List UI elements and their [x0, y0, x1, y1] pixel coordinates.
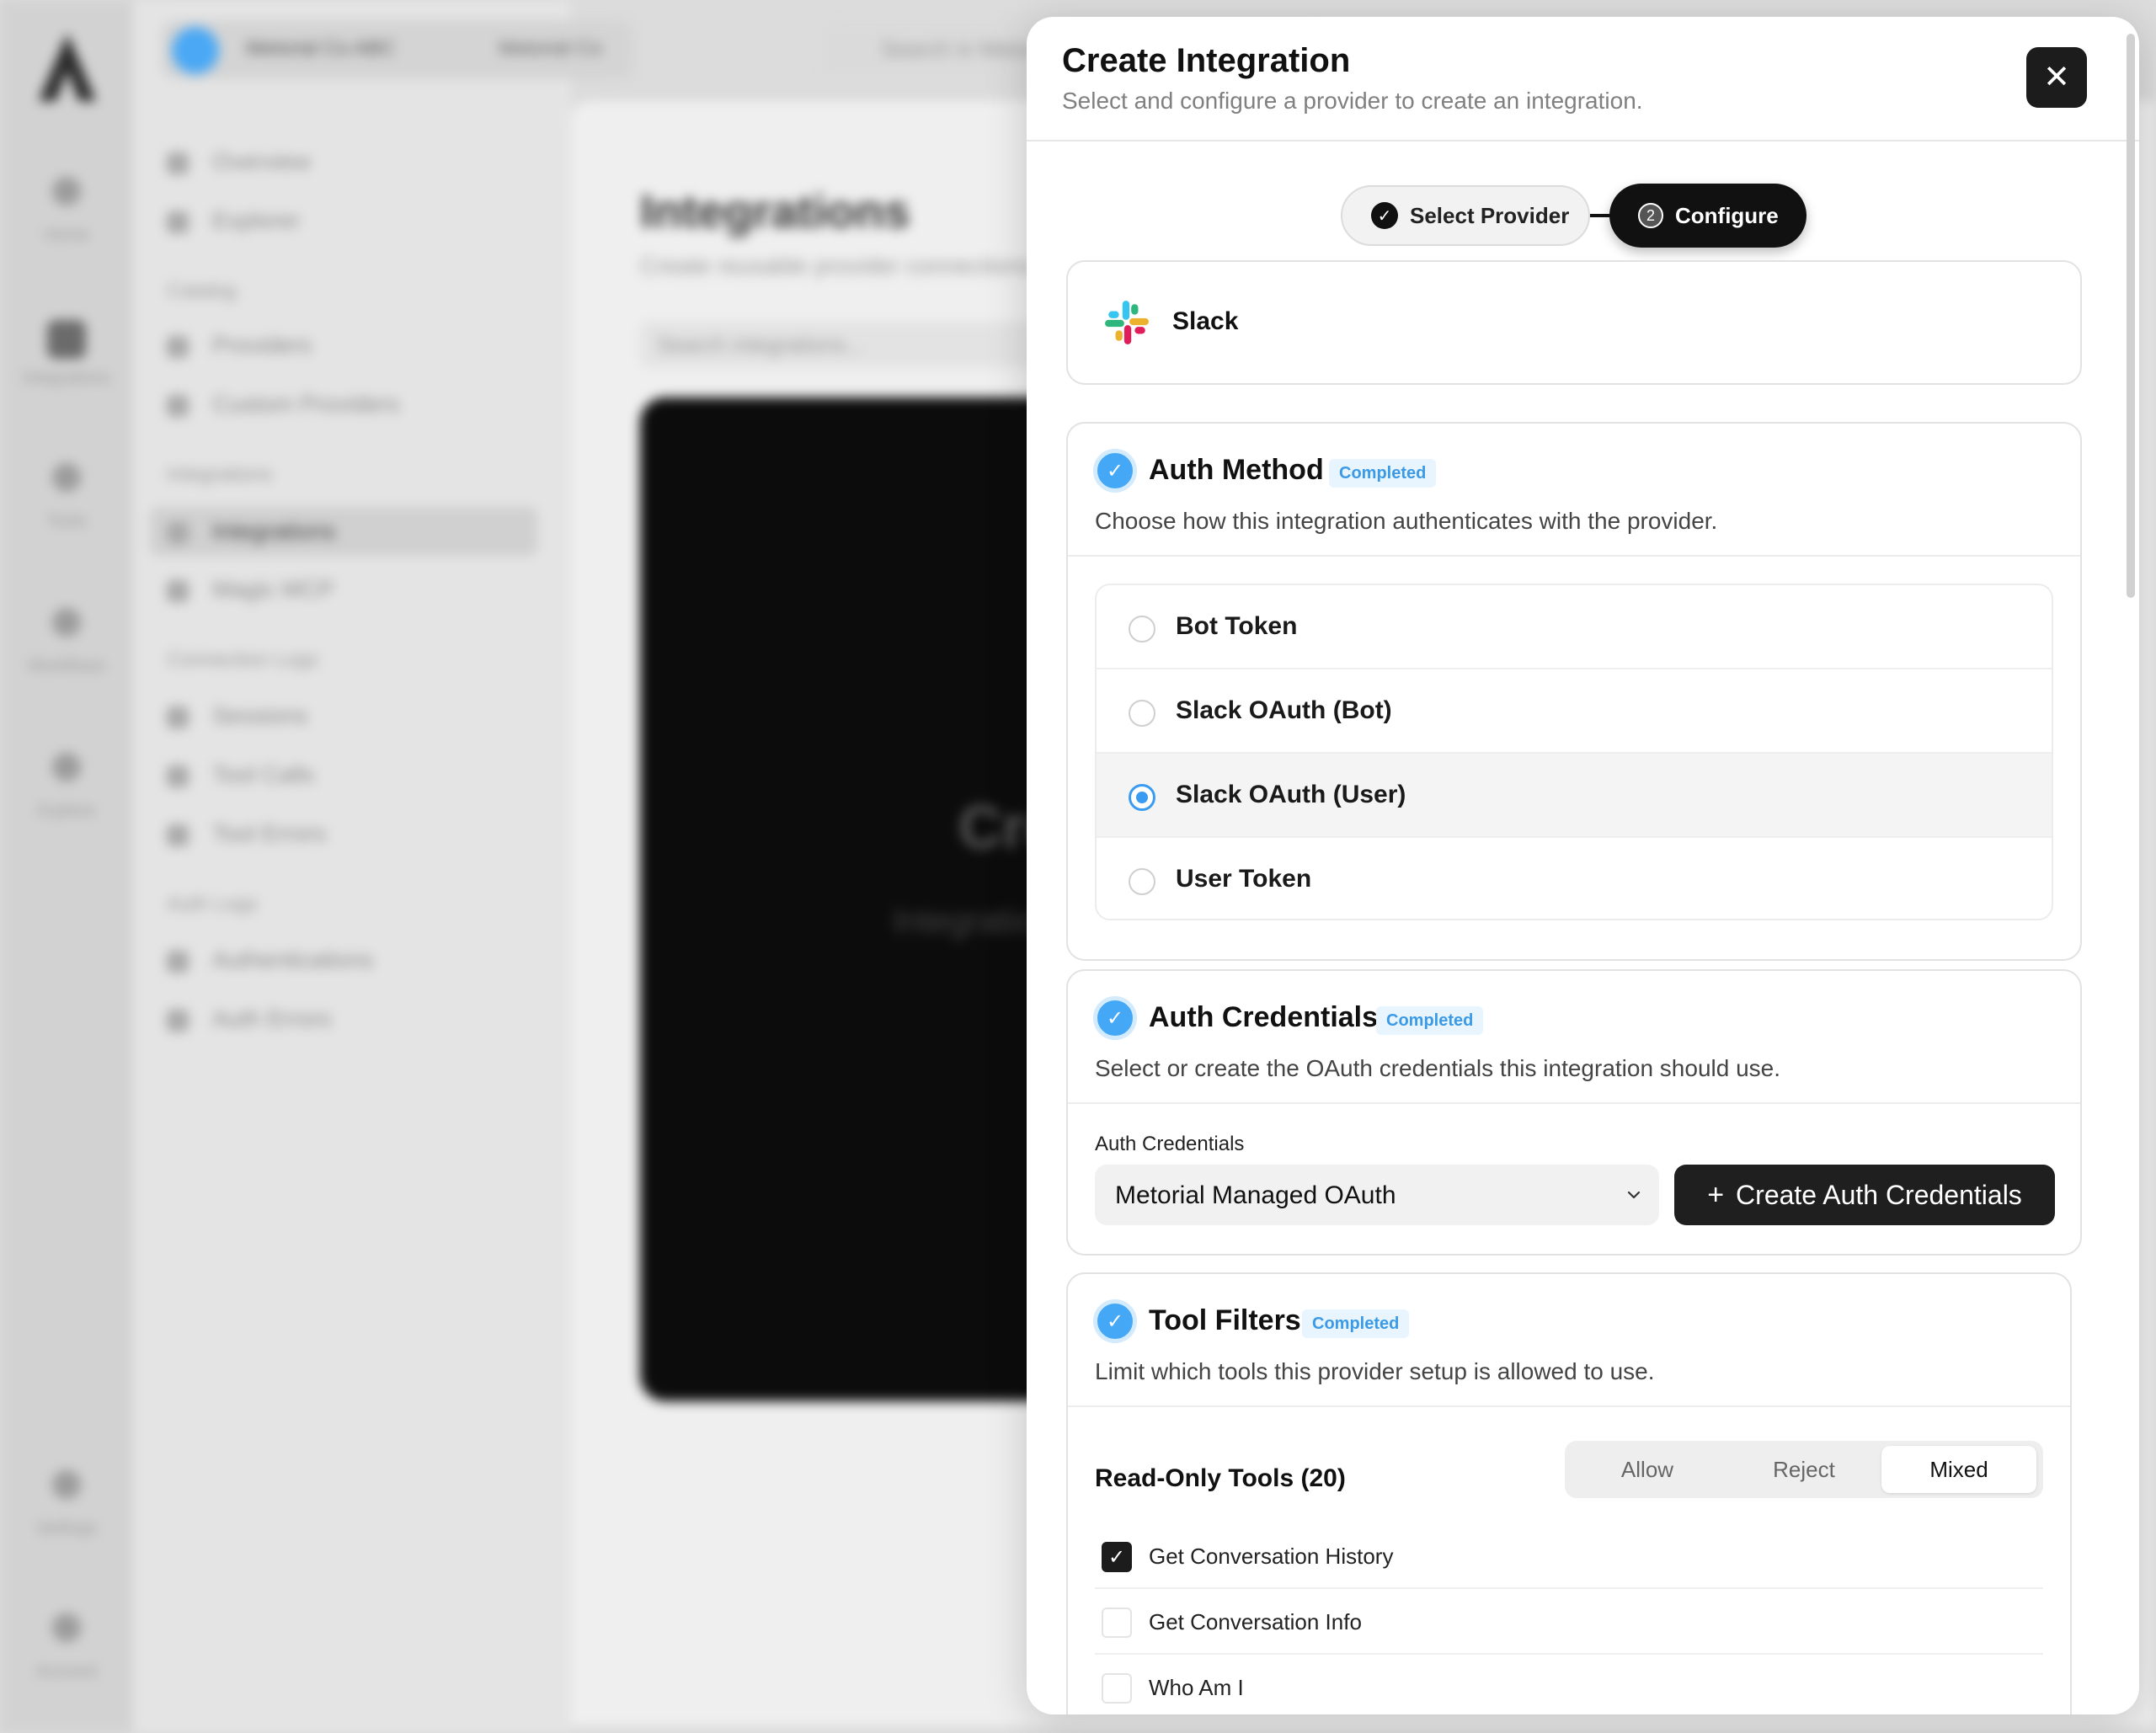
close-icon: ✕: [2043, 60, 2070, 95]
completed-check-icon: ✓: [1093, 996, 1137, 1040]
tool-filters-header: ✓ Tool Filters Completed Limit which too…: [1068, 1274, 2070, 1407]
filter-mode-segmented-control: Allow Reject Mixed: [1565, 1441, 2043, 1498]
integrations-search-input[interactable]: Search integrations...: [640, 322, 1078, 367]
modal-subtitle: Select and configure a provider to creat…: [1062, 88, 1643, 114]
page-subtitle: Create reusable provider connections: [640, 253, 1033, 279]
modal-scrollbar[interactable]: [2127, 34, 2135, 598]
gear-icon: [52, 1470, 81, 1499]
avatar-icon: [52, 1613, 81, 1642]
modal-header: Create Integration Select and configure …: [1027, 17, 2139, 141]
sidebar-item-overview[interactable]: Overview: [167, 148, 311, 175]
segment-reject[interactable]: Reject: [1726, 1446, 1881, 1493]
sidebar-section-auth-logs: Auth Logs: [167, 893, 259, 915]
rail-home[interactable]: Home: [20, 168, 113, 269]
rail-explore[interactable]: Explore: [20, 744, 113, 845]
tools-icon: [52, 463, 81, 492]
check-icon: ✓: [1371, 202, 1398, 229]
auth-credentials-header: ✓ Auth Credentials Completed Select or c…: [1068, 971, 2080, 1104]
app-logo: [39, 34, 96, 101]
sidebar-item-integrations[interactable]: Integrations: [150, 507, 537, 556]
sidebar-item-tool-errors[interactable]: Tool Errors: [167, 820, 326, 847]
tool-row[interactable]: Get Conversation Info: [1095, 1589, 2043, 1655]
step-select-provider[interactable]: ✓ Select Provider: [1341, 185, 1590, 246]
section-title: Auth Credentials: [1149, 1001, 1379, 1033]
completed-check-icon: ✓: [1093, 1299, 1137, 1343]
sidebar-item-authentications[interactable]: Authentications: [167, 946, 373, 973]
auth-method-options: Bot Token Slack OAuth (Bot) Slack OAuth …: [1095, 584, 2053, 920]
radio-option-user-token[interactable]: User Token: [1097, 838, 2052, 919]
section-description: Limit which tools this provider setup is…: [1095, 1358, 1655, 1384]
auth-credentials-section: ✓ Auth Credentials Completed Select or c…: [1066, 969, 2082, 1256]
status-badge: Completed: [1329, 459, 1437, 488]
radio-button[interactable]: [1129, 616, 1155, 643]
close-button[interactable]: ✕: [2026, 47, 2087, 108]
auth-credentials-label: Auth Credentials: [1095, 1133, 1245, 1155]
explore-icon: [52, 753, 81, 781]
checkbox[interactable]: [1102, 1673, 1132, 1704]
icon-rail: Home Integrations Tools Workflows Explor…: [0, 0, 133, 1733]
chevron-down-icon: [1627, 1191, 1641, 1199]
sidebar: Metorial Co ABC Metorial Co Overview Exp…: [133, 0, 633, 1733]
radio-button[interactable]: [1129, 700, 1155, 727]
read-only-tools-label: Read-Only Tools (20): [1095, 1464, 1346, 1492]
radio-button-selected[interactable]: [1129, 784, 1155, 811]
sidebar-section-integrations: Integrations: [167, 463, 273, 486]
auth-method-header: ✓ Auth Method Completed Choose how this …: [1068, 424, 2080, 557]
sidebar-section-connection-logs: Connection Logs: [167, 648, 319, 671]
sidebar-item-auth-errors[interactable]: Auth Errors: [167, 1005, 332, 1032]
section-title: Tool Filters: [1149, 1304, 1301, 1336]
segment-allow[interactable]: Allow: [1570, 1446, 1725, 1493]
tool-filters-section: ✓ Tool Filters Completed Limit which too…: [1066, 1272, 2072, 1714]
rail-account[interactable]: Account: [20, 1605, 113, 1706]
checkbox-checked[interactable]: ✓: [1102, 1542, 1132, 1572]
org-avatar: [172, 27, 219, 74]
page-title: Integrations: [640, 184, 910, 237]
step-configure[interactable]: 2 Configure: [1609, 184, 1806, 248]
stepper-connector: [1590, 214, 1610, 217]
section-description: Select or create the OAuth credentials t…: [1095, 1055, 1781, 1081]
auth-credentials-select[interactable]: Metorial Managed OAuth: [1095, 1165, 1659, 1225]
rail-workflows[interactable]: Workflows: [20, 600, 113, 701]
checkbox[interactable]: [1102, 1608, 1132, 1638]
provider-name: Slack: [1172, 307, 1239, 335]
tool-row[interactable]: ✓ Get Conversation History: [1095, 1523, 2043, 1589]
step-number: 2: [1638, 203, 1663, 228]
segment-mixed[interactable]: Mixed: [1881, 1446, 2036, 1493]
radio-option-bot-token[interactable]: Bot Token: [1097, 585, 2052, 669]
create-auth-credentials-button[interactable]: + Create Auth Credentials: [1674, 1165, 2055, 1225]
integrations-icon: [47, 320, 86, 359]
section-title: Auth Method: [1149, 454, 1324, 486]
sidebar-item-tool-calls[interactable]: Tool Calls: [167, 761, 314, 788]
create-integration-modal: Create Integration Select and configure …: [1027, 17, 2139, 1714]
rail-tools[interactable]: Tools: [20, 455, 113, 556]
status-badge: Completed: [1376, 1006, 1484, 1035]
radio-option-slack-oauth-bot[interactable]: Slack OAuth (Bot): [1097, 669, 2052, 754]
sidebar-section-catalog: Catalog: [167, 280, 237, 302]
sidebar-item-custom-providers[interactable]: Custom Providers: [167, 391, 400, 418]
modal-title: Create Integration: [1062, 42, 1351, 79]
completed-check-icon: ✓: [1093, 449, 1137, 493]
modal-body: ✓ Select Provider 2 Configure Slack ✓ Au…: [1027, 141, 2121, 1714]
provider-card[interactable]: Slack: [1066, 260, 2082, 385]
radio-button[interactable]: [1129, 868, 1155, 895]
section-description: Choose how this integration authenticate…: [1095, 508, 1718, 534]
sidebar-item-sessions[interactable]: Sessions: [167, 702, 308, 729]
sidebar-item-explorer[interactable]: Explorer: [167, 207, 300, 234]
rail-integrations[interactable]: Integrations: [20, 312, 113, 413]
sidebar-item-providers[interactable]: Providers: [167, 332, 312, 359]
auth-method-section: ✓ Auth Method Completed Choose how this …: [1066, 422, 2082, 961]
slack-logo-icon: [1105, 301, 1149, 344]
home-icon: [52, 177, 81, 205]
sidebar-item-magic-mcp[interactable]: Magic MCP: [167, 576, 334, 603]
plus-icon: +: [1707, 1179, 1725, 1211]
status-badge: Completed: [1302, 1309, 1410, 1338]
org-switcher[interactable]: Metorial Co ABC Metorial Co: [162, 20, 633, 79]
rail-settings[interactable]: Settings: [20, 1462, 113, 1563]
radio-option-slack-oauth-user[interactable]: Slack OAuth (User): [1097, 754, 2052, 838]
tool-row[interactable]: Who Am I: [1095, 1655, 2043, 1714]
workflows-icon: [52, 608, 81, 637]
